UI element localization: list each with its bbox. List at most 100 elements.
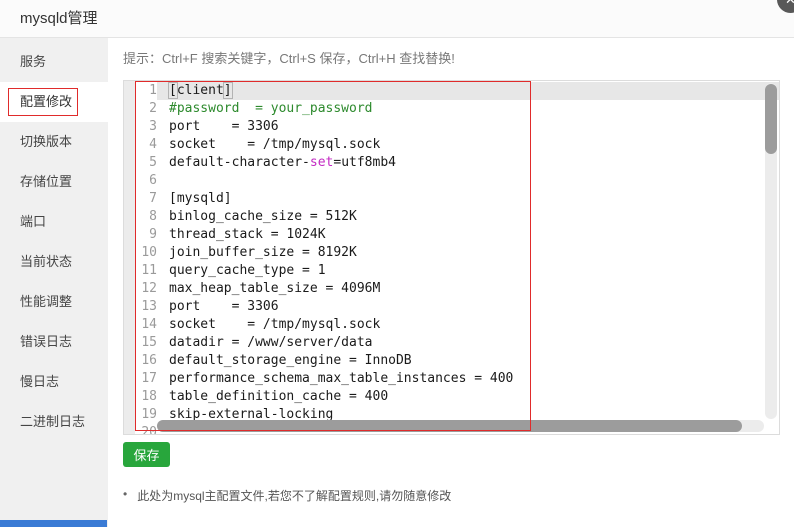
line-code[interactable]: #password = your_password [157,100,779,118]
code-segment-keyword: set [309,155,334,170]
sidebar-item-端口[interactable]: 端口 [0,202,108,242]
editor-line: 14 socket = /tmp/mysql.sock [135,316,779,334]
line-code[interactable]: [client] [157,82,779,100]
code-segment-default: port = 3306 [169,299,279,314]
editor-line: 17 performance_schema_max_table_instances… [135,370,779,388]
editor-line: 4 socket = /tmp/mysql.sock [135,136,779,154]
editor-line: 9 thread_stack = 1024K [135,226,779,244]
editor-line: 8 binlog_cache_size = 512K [135,208,779,226]
line-number: 5 [149,155,157,170]
code-segment-default: join_buffer_size = 8192K [169,245,357,260]
sidebar-item-性能调整[interactable]: 性能调整 [0,282,108,322]
line-number: 2 [149,101,157,116]
code-segment-bracket: ] [222,82,233,99]
code-segment-comment: #password = your_password [169,101,373,116]
editor-line: 3 port = 3306 [135,118,779,136]
editor-line: 7 [mysqld] [135,190,779,208]
editor-line: 16 default_storage_engine = InnoDB [135,352,779,370]
sidebar-item-慢日志[interactable]: 慢日志 [0,362,108,402]
bullet-icon: • [123,487,128,501]
line-code[interactable]: table_definition_cache = 400 [157,388,779,406]
line-code[interactable]: socket = /tmp/mysql.sock [157,316,779,334]
vertical-scrollbar[interactable] [765,83,777,419]
vertical-scrollbar-thumb[interactable] [765,84,777,154]
line-code[interactable]: max_heap_table_size = 4096M [157,280,779,298]
sidebar-item-当前状态[interactable]: 当前状态 [0,242,108,282]
editor-line: 5 default-character-set=utf8mb4 [135,154,779,172]
line-number: 14 [141,317,157,332]
code-segment-default: default-character- [169,155,310,170]
line-code[interactable]: port = 3306 [157,118,779,136]
page-title: mysqld管理 [20,10,98,27]
sidebar-item-错误日志[interactable]: 错误日志 [0,322,108,362]
code-segment-default: datadir = /www/server/data [169,335,373,350]
line-number: 16 [141,353,157,368]
line-number: 7 [149,191,157,206]
editor-gutter-strip [124,81,135,434]
line-number: 4 [149,137,157,152]
code-segment-default: performance_schema_max_table_instances =… [169,371,514,386]
line-code[interactable]: binlog_cache_size = 512K [157,208,779,226]
line-number: 18 [141,389,157,404]
close-icon[interactable]: ✕ [777,0,794,13]
line-number: 6 [149,173,157,188]
editor-line: 12 max_heap_table_size = 4096M [135,280,779,298]
line-code[interactable]: default-character-set=utf8mb4 [157,154,779,172]
editor-line: 2 #password = your_password [135,100,779,118]
code-segment-bracket: [ [168,82,178,99]
editor-line: 1 [client] [135,82,779,100]
line-number: 10 [141,245,157,260]
line-code[interactable]: default_storage_engine = InnoDB [157,352,779,370]
line-code[interactable]: socket = /tmp/mysql.sock [157,136,779,154]
line-code[interactable]: performance_schema_max_table_instances =… [157,370,779,388]
code-segment-default: [mysqld] [169,191,232,206]
code-segment-default: socket = /tmp/mysql.sock [169,317,381,332]
code-segment-default: port = 3306 [169,119,279,134]
sidebar-item-配置修改[interactable]: 配置修改 [0,82,108,122]
editor-line: 15 datadir = /www/server/data [135,334,779,352]
sidebar-red-annotation [8,88,78,116]
config-warning-note: • 此处为mysql主配置文件,若您不了解配置规则,请勿随意修改 [123,487,451,504]
editor-line: 13 port = 3306 [135,298,779,316]
code-segment-default: client [176,83,224,98]
save-button[interactable]: 保存 [123,442,170,467]
line-number: 8 [149,209,157,224]
line-code[interactable]: [mysqld] [157,190,779,208]
code-segment-default: socket = /tmp/mysql.sock [169,137,381,152]
horizontal-scrollbar-thumb[interactable] [157,420,742,432]
editor-rows: 1 [client] 2 #password = your_password 3 port… [135,82,779,434]
sidebar-nav: 服务 配置修改 切换版本 存储位置 端口 当前状态 性能调整 错误日志 慢日志 二进制日志 [0,38,108,527]
sidebar-item-服务[interactable]: 服务 [0,42,108,82]
code-segment-default: thread_stack = 1024K [169,227,326,242]
sidebar-item-存储位置[interactable]: 存储位置 [0,162,108,202]
line-number: 17 [141,371,157,386]
horizontal-scrollbar[interactable] [157,420,764,432]
mysqld-manage-dialog: mysqld管理 ✕ 服务配置修改切换版本存储位置端口当前状态性能调整错误日志慢… [0,0,794,527]
dialog-header: mysqld管理 ✕ [0,0,794,38]
code-segment-default: max_heap_table_size = 4096M [169,281,381,296]
code-segment-default: query_cache_type = 1 [169,263,326,278]
line-number: 3 [149,119,157,134]
sidebar-item-切换版本[interactable]: 切换版本 [0,122,108,162]
config-code-editor[interactable]: 1 [client] 2 #password = your_password 3 port… [123,80,780,435]
line-number: 12 [141,281,157,296]
config-warning-text: 此处为mysql主配置文件,若您不了解配置规则,请勿随意修改 [137,489,452,503]
line-number: 15 [141,335,157,350]
line-code[interactable] [157,172,779,190]
line-code[interactable]: datadir = /www/server/data [157,334,779,352]
line-number: 13 [141,299,157,314]
code-segment-default: =utf8mb4 [333,155,396,170]
line-code[interactable]: thread_stack = 1024K [157,226,779,244]
code-segment-default: binlog_cache_size = 512K [169,209,357,224]
line-number: 9 [149,227,157,242]
background-blue-strip [0,520,107,527]
editor-line: 10 join_buffer_size = 8192K [135,244,779,262]
sidebar-item-二进制日志[interactable]: 二进制日志 [0,402,108,442]
editor-hint-text: 提示：Ctrl+F 搜索关键字，Ctrl+S 保存，Ctrl+H 查找替换! [123,51,455,66]
line-code[interactable]: query_cache_type = 1 [157,262,779,280]
line-code[interactable]: port = 3306 [157,298,779,316]
editor-line: 18 table_definition_cache = 400 [135,388,779,406]
line-code[interactable]: join_buffer_size = 8192K [157,244,779,262]
line-number: 11 [141,263,157,278]
code-segment-default: default_storage_engine = InnoDB [169,353,412,368]
